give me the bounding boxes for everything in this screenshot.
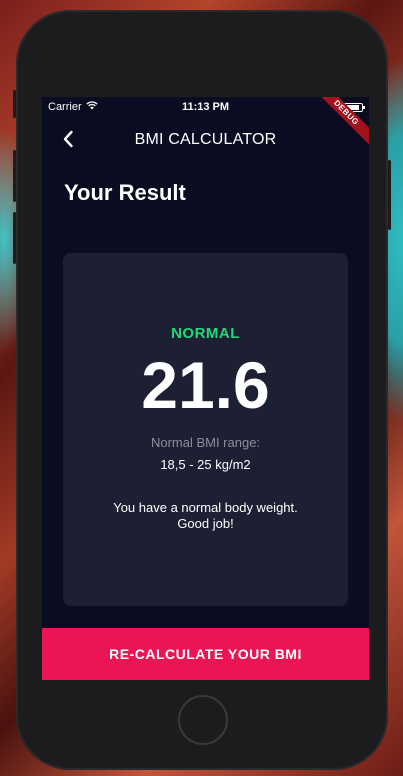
home-button[interactable] — [178, 695, 228, 745]
volume-down-button — [13, 212, 16, 264]
normal-range-label: Normal BMI range: — [150, 435, 261, 450]
status-bar: Carrier 11:13 PM — [42, 97, 369, 117]
result-card: NORMAL 21.6 Normal BMI range: 18,5 - 25 … — [63, 253, 348, 606]
app-title: BMI CALCULATOR — [134, 131, 277, 148]
mute-switch — [13, 90, 16, 118]
bmi-interpretation: You have a normal body weight. Good job! — [113, 500, 298, 531]
page-title: Your Result — [64, 180, 186, 205]
status-time: 11:13 PM — [181, 101, 230, 113]
app-bar: BMI CALCULATOR — [42, 121, 369, 161]
volume-up-button — [13, 150, 16, 202]
app-screen: Carrier 11:13 PM DEBUG BMI CALCULATOR Yo… — [42, 97, 369, 680]
normal-range-value: 18,5 - 25 kg/m2 — [160, 457, 251, 472]
recalculate-button[interactable]: RE-CALCULATE YOUR BMI — [42, 628, 369, 680]
bmi-category: NORMAL — [171, 325, 240, 342]
power-button — [388, 160, 391, 230]
bmi-value: 21.6 — [141, 348, 270, 422]
